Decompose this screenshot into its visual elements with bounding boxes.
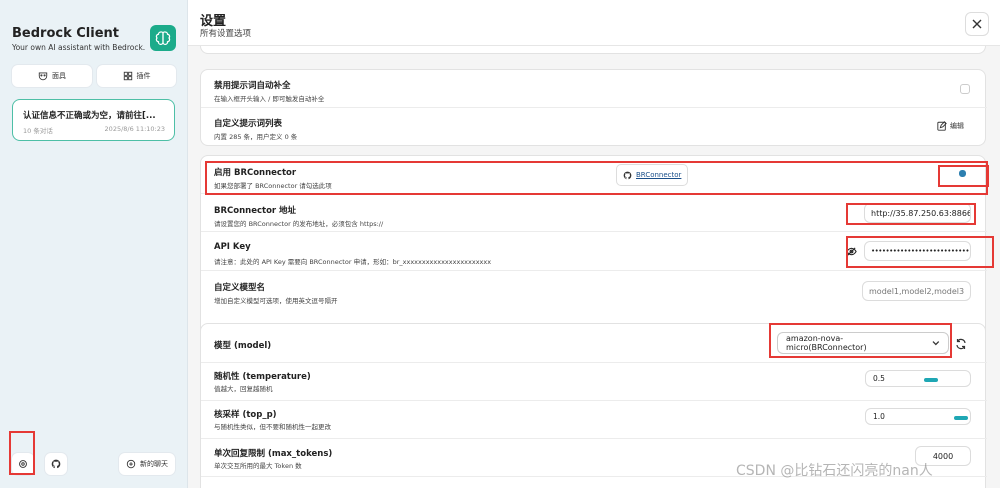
new-chat-label: 新的聊天 (140, 460, 168, 468)
app-subtitle: Your own AI assistant with Bedrock. (12, 43, 146, 52)
edit-prompts-button[interactable]: 编辑 (937, 121, 964, 131)
model-title: 模型 (model) (214, 341, 272, 351)
temperature-slider[interactable]: 0.5 (865, 370, 971, 387)
settings-header: 设置 所有设置选项 (188, 0, 1000, 46)
github-button[interactable] (45, 453, 67, 475)
custom-prompts-row: 自定义提示词列表 内置 285 条，用户定义 0 条 编辑 (201, 108, 987, 147)
plus-circle-icon (126, 459, 136, 469)
github-icon (51, 459, 61, 469)
top-p-track (954, 416, 968, 420)
temperature-title: 随机性 (temperature) (214, 372, 311, 382)
temperature-value: 0.5 (873, 374, 885, 383)
top-p-title: 核采样 (top_p) (214, 410, 277, 420)
mask-icon (38, 72, 48, 81)
highlight-box (9, 431, 35, 475)
close-button[interactable] (965, 12, 989, 36)
custom-prompts-desc: 内置 285 条，用户定义 0 条 (214, 133, 298, 141)
highlight-box (846, 203, 976, 225)
custom-models-title: 自定义模型名 (214, 283, 266, 293)
chat-time: 2025/8/6 11:10:23 (104, 125, 165, 133)
highlight-box (938, 165, 989, 187)
chat-count: 10 条对话 (23, 127, 53, 135)
prompt-settings-card: 禁用提示词自动补全 在输入框开头输入 / 即可触发自动补全 自定义提示词列表 内… (200, 69, 987, 147)
settings-card-partial (200, 46, 986, 54)
refresh-icon[interactable] (955, 338, 967, 350)
settings-content: 禁用提示词自动补全 在输入框开头输入 / 即可触发自动补全 自定义提示词列表 内… (188, 46, 1000, 488)
plugin-button-label: 插件 (136, 72, 151, 80)
api-key-title: API Key (214, 242, 251, 252)
close-icon (972, 19, 982, 29)
plugin-icon (123, 71, 132, 81)
sidebar: Bedrock Client Your own AI assistant wit… (0, 0, 188, 488)
page-subtitle: 所有设置选项 (200, 29, 252, 39)
app-title: Bedrock Client (12, 26, 119, 41)
mask-button-label: 面具 (52, 72, 66, 80)
api-key-desc: 请注意：此处的 API Key 需要向 BRConnector 申请，形如：br… (214, 258, 492, 266)
custom-prompts-title: 自定义提示词列表 (214, 119, 283, 129)
max-tokens-title: 单次回复限制 (max_tokens) (214, 449, 333, 459)
highlight-box (769, 323, 952, 358)
temperature-track (924, 378, 938, 382)
brain-logo-icon (150, 25, 176, 51)
brconnector-url-title: BRConnector 地址 (214, 206, 297, 216)
disable-autocomplete-title: 禁用提示词自动补全 (214, 81, 291, 91)
disable-autocomplete-desc: 在输入框开头输入 / 即可触发自动补全 (214, 95, 325, 103)
highlight-box (846, 236, 994, 268)
edit-icon (937, 121, 947, 131)
new-chat-button[interactable]: 新的聊天 (119, 453, 175, 475)
edit-label: 编辑 (950, 122, 964, 130)
top-p-row: 核采样 (top_p) 与随机性类似，但不要和随机性一起更改 1.0 (201, 401, 987, 439)
custom-models-row: 自定义模型名 增加自定义模型可选项，使用英文逗号隔开 model1,model2… (201, 271, 987, 311)
disable-autocomplete-checkbox[interactable] (960, 84, 970, 94)
watermark: CSDN @比钻石还闪亮的nan人 (736, 463, 933, 479)
disable-autocomplete-row: 禁用提示词自动补全 在输入框开头输入 / 即可触发自动补全 (201, 70, 987, 108)
custom-models-desc: 增加自定义模型可选项，使用英文逗号隔开 (214, 297, 338, 305)
top-p-desc: 与随机性类似，但不要和随机性一起更改 (214, 423, 331, 431)
temperature-desc: 值越大，回复越随机 (214, 385, 273, 393)
chat-title: 认证信息不正确或为空，请前往[... (23, 111, 156, 121)
top-p-value: 1.0 (873, 412, 885, 421)
chat-list-item[interactable]: 认证信息不正确或为空，请前往[... 10 条对话 2025/8/6 11:10… (12, 99, 175, 141)
brconnector-url-desc: 请设置您的 BRConnector 的发布地址，必须包含 https:// (214, 220, 384, 228)
highlight-box (205, 161, 988, 195)
mask-button[interactable]: 面具 (12, 65, 92, 87)
max-tokens-desc: 单次交互所用的最大 Token 数 (214, 462, 302, 470)
custom-models-input[interactable]: model1,model2,model3 (862, 281, 971, 301)
top-p-slider[interactable]: 1.0 (865, 408, 971, 425)
plugin-button[interactable]: 插件 (97, 65, 176, 87)
temperature-row: 随机性 (temperature) 值越大，回复越随机 0.5 (201, 363, 987, 401)
